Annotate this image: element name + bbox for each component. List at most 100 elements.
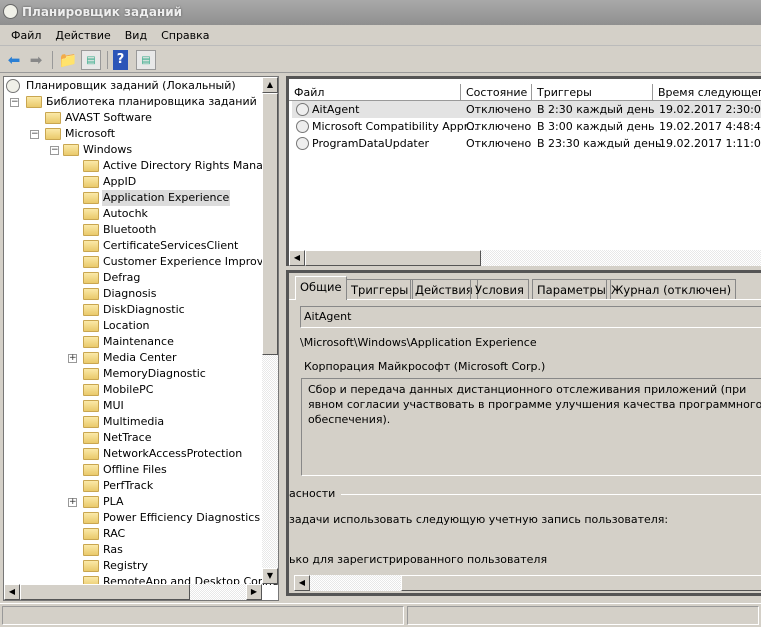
expand-icon[interactable]: + xyxy=(68,498,77,507)
scroll-up-button[interactable]: ▲ xyxy=(262,77,278,93)
tree-node[interactable]: − Windows xyxy=(4,142,262,158)
folder-icon xyxy=(83,384,99,396)
tree-node[interactable]: DiskDiagnostic xyxy=(4,302,262,318)
tree-node[interactable]: NetTrace xyxy=(4,430,262,446)
tree-node[interactable]: Diagnosis xyxy=(4,286,262,302)
folder-icon xyxy=(83,400,99,412)
tree-horizontal-scrollbar[interactable]: ◀ ▶ xyxy=(4,584,262,600)
scroll-left-button[interactable]: ◀ xyxy=(294,575,310,591)
tab-5[interactable]: Журнал (отключен) xyxy=(606,279,737,299)
tree-node[interactable]: MobilePC xyxy=(4,382,262,398)
task-next-run: 19.02.2017 1:11:09 xyxy=(659,137,761,150)
tree-node[interactable]: AVAST Software xyxy=(4,110,262,126)
forward-arrow-icon[interactable]: ➡ xyxy=(26,50,46,70)
tree-node-label: Defrag xyxy=(103,271,141,284)
tree-node[interactable]: Maintenance xyxy=(4,334,262,350)
tree-node[interactable]: MemoryDiagnostic xyxy=(4,366,262,382)
help-icon[interactable]: ? xyxy=(113,50,128,70)
details-horizontal-scrollbar[interactable]: ◀ xyxy=(294,575,761,591)
tree-node[interactable]: AppID xyxy=(4,174,262,190)
tree-node[interactable]: Active Directory Rights Managem xyxy=(4,158,278,174)
menu-view[interactable]: Вид xyxy=(118,25,154,45)
task-next-run: 19.02.2017 2:30:00 xyxy=(659,103,761,116)
scroll-right-button[interactable]: ▶ xyxy=(246,584,262,600)
tree-node[interactable]: Power Efficiency Diagnostics xyxy=(4,510,262,526)
task-details-pane: Общие Триггеры Действия Условия Параметры Жур… xyxy=(286,270,761,596)
folder-icon xyxy=(83,432,99,444)
task-row[interactable]: AitAgent Отключено В 2:30 каждый день 19.02… xyxy=(292,101,761,118)
tree-node-label: Библиотека планировщика заданий xyxy=(46,95,257,108)
folder-icon xyxy=(83,512,99,524)
collapse-icon[interactable]: − xyxy=(10,98,19,107)
tree-node[interactable]: MUI xyxy=(4,398,262,414)
tree-node[interactable]: Bluetooth xyxy=(4,222,262,238)
tree-node-label: Power Efficiency Diagnostics xyxy=(103,511,261,524)
collapse-icon[interactable]: − xyxy=(30,130,39,139)
tab-3[interactable]: Условия xyxy=(470,279,529,299)
task-next-run: 19.02.2017 4:48:40 xyxy=(659,120,761,133)
tree-node-label: DiskDiagnostic xyxy=(103,303,185,316)
tree-node[interactable]: Location xyxy=(4,318,262,334)
folder-icon xyxy=(83,352,99,364)
tree-node-label: MUI xyxy=(103,399,124,412)
window-title: Планировщик заданий xyxy=(22,5,183,19)
tree-node[interactable]: RAC xyxy=(4,526,262,542)
tree-node[interactable]: CertificateServicesClient xyxy=(4,238,262,254)
tab-0[interactable]: Общие xyxy=(295,276,347,300)
scroll-left-button[interactable]: ◀ xyxy=(289,250,305,266)
tab-2[interactable]: Действия xyxy=(410,279,478,299)
scroll-left-button[interactable]: ◀ xyxy=(4,584,20,600)
task-description-field[interactable]: Сбор и передача данных дистанционного от… xyxy=(301,378,761,476)
tree-node[interactable]: Application Experience xyxy=(4,190,262,206)
tree-node[interactable]: Customer Experience Improveme xyxy=(4,254,278,270)
tree-node[interactable]: + Media Center xyxy=(4,350,262,366)
scroll-down-button[interactable]: ▼ xyxy=(262,568,278,584)
tree-node[interactable]: − Библиотека планировщика заданий xyxy=(4,94,262,110)
tree-node-label: Registry xyxy=(103,559,149,572)
task-row[interactable]: ProgramDataUpdater Отключено В 23:30 кажды… xyxy=(292,135,761,152)
column-header-status[interactable]: Состояние xyxy=(461,84,532,101)
scroll-thumb[interactable] xyxy=(20,584,190,600)
column-header-next-run[interactable]: Время следующего з xyxy=(653,84,761,101)
tree-node[interactable]: Registry xyxy=(4,558,262,574)
task-row[interactable]: Microsoft Compatibility Appr... Отключено… xyxy=(292,118,761,135)
tree-node[interactable]: Autochk xyxy=(4,206,262,222)
tree-node[interactable]: Ras xyxy=(4,542,262,558)
toolbar: ⬅ ➡ 📁 ▤ ? ▤ xyxy=(0,47,761,73)
task-status: Отключено xyxy=(466,120,532,133)
tree-node[interactable]: Offline Files xyxy=(4,462,262,478)
tree-node[interactable]: + PLA xyxy=(4,494,262,510)
tree-node[interactable]: Планировщик заданий (Локальный) xyxy=(4,78,262,94)
up-folder-icon[interactable]: 📁 xyxy=(58,50,78,70)
folder-icon xyxy=(63,144,79,156)
back-arrow-icon[interactable]: ⬅ xyxy=(4,50,24,70)
tab-4[interactable]: Параметры xyxy=(532,279,611,299)
tree-node[interactable]: Multimedia xyxy=(4,414,262,430)
tree-node[interactable]: PerfTrack xyxy=(4,478,262,494)
folder-icon xyxy=(83,448,99,460)
scroll-thumb[interactable] xyxy=(305,250,481,266)
list-horizontal-scrollbar[interactable]: ◀ xyxy=(289,250,761,266)
folder-icon xyxy=(26,96,42,108)
scroll-thumb[interactable] xyxy=(262,93,278,355)
tree-node[interactable]: − Microsoft xyxy=(4,126,262,142)
expand-icon[interactable]: + xyxy=(68,354,77,363)
tab-1[interactable]: Триггеры xyxy=(346,279,414,299)
scroll-thumb[interactable] xyxy=(401,575,761,591)
tree-vertical-scrollbar[interactable]: ▲ ▼ xyxy=(262,77,278,584)
column-header-triggers[interactable]: Триггеры xyxy=(532,84,653,101)
tree-node[interactable]: Defrag xyxy=(4,270,262,286)
task-trigger: В 2:30 каждый день xyxy=(537,103,655,116)
menu-file[interactable]: Файл xyxy=(4,25,48,45)
show-hide-action-pane-icon[interactable]: ▤ xyxy=(136,50,156,70)
show-hide-console-tree-icon[interactable]: ▤ xyxy=(81,50,101,70)
collapse-icon[interactable]: − xyxy=(50,146,59,155)
column-header-name[interactable]: Файл xyxy=(289,84,461,101)
task-name-field[interactable]: AitAgent xyxy=(300,306,761,328)
run-option-label[interactable]: ько для зарегистрированного пользователя xyxy=(289,553,547,566)
tree-node[interactable]: NetworkAccessProtection xyxy=(4,446,262,462)
menu-action[interactable]: Действие xyxy=(48,25,117,45)
menu-help[interactable]: Справка xyxy=(154,25,216,45)
tree-node-label: Microsoft xyxy=(65,127,116,140)
tree-node-label: Location xyxy=(103,319,150,332)
